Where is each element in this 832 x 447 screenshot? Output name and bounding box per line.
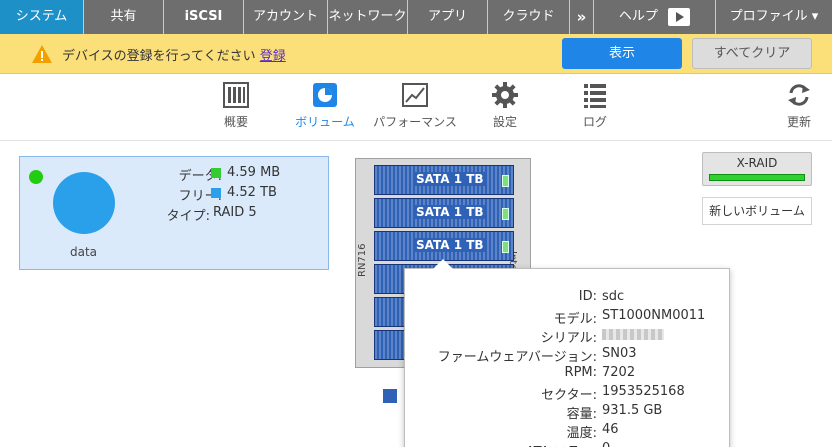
warning-icon: [32, 45, 52, 63]
tab-apps[interactable]: アプリ: [408, 0, 488, 34]
performance-icon: [402, 83, 428, 107]
more-tabs-button[interactable]: »: [570, 0, 594, 34]
xraid-label: X-RAID: [736, 156, 778, 170]
volume-data-value: 4.59 MB: [227, 165, 281, 180]
disk-info-sectors-value: 1953525168: [602, 384, 685, 399]
disk-info-firmware: ファームウェアバージョン: SN03: [405, 346, 731, 365]
disk-info-model-value: ST1000NM0011: [602, 308, 706, 323]
log-icon: [584, 84, 606, 108]
chassis-model-label: RN716: [357, 243, 368, 277]
data-legend-swatch: [211, 168, 221, 178]
disk-legend-swatch: [383, 389, 397, 403]
disk-info-temperature-label: 温度:: [566, 426, 597, 441]
disk-info-firmware-label: ファームウェアバージョン:: [437, 350, 597, 365]
disk-bay-1[interactable]: SATA 1 TB: [374, 165, 514, 195]
volume-usage-pie: [53, 172, 115, 234]
show-button[interactable]: 表示: [562, 38, 682, 69]
toolbar-performance-label: パフォーマンス: [373, 115, 457, 129]
tab-help[interactable]: ヘルプ: [594, 0, 716, 34]
register-link[interactable]: 登録: [260, 49, 286, 64]
disk-bay-2-led: [502, 208, 509, 220]
xraid-button[interactable]: X-RAID: [702, 152, 812, 186]
disk-info-firmware-value: SN03: [602, 346, 637, 361]
disk-info-sectors: セクター: 1953525168: [405, 384, 731, 403]
redacted-serial: [602, 329, 664, 340]
notification-text: デバイスの登録を行ってください: [62, 49, 256, 64]
disk-info-id: ID: sdc: [405, 289, 731, 308]
disk-info-sectors-label: セクター:: [541, 388, 597, 403]
disk-info-ata-errors-value: 0: [602, 441, 610, 447]
volume-data-row: データ:: [140, 165, 222, 184]
top-navigation: システム 共有 iSCSI アカウント ネットワーク アプリ クラウド » ヘル…: [0, 0, 832, 34]
disk-bay-2[interactable]: SATA 1 TB: [374, 198, 514, 228]
tab-system[interactable]: システム: [0, 0, 84, 34]
xraid-status-bar: [709, 174, 805, 181]
disk-info-capacity-value: 931.5 GB: [602, 403, 663, 418]
disk-bay-3-led: [502, 241, 509, 253]
tab-help-label: ヘルプ: [618, 9, 658, 24]
tab-iscsi-label: iSCSI: [184, 9, 223, 24]
tab-network[interactable]: ネットワーク: [328, 0, 408, 34]
notification-message: デバイスの登録を行ってください 登録: [62, 45, 286, 64]
refresh-label: 更新: [786, 115, 811, 129]
disk-info-tooltip: ID: sdc モデル: ST1000NM0011 シリアル: ファームウェアバ…: [404, 259, 731, 447]
toolbar-performance[interactable]: パフォーマンス: [370, 81, 460, 130]
disk-info-temperature: 温度: 46: [405, 422, 731, 441]
tab-iscsi[interactable]: iSCSI: [164, 0, 244, 34]
disk-info-serial: シリアル:: [405, 327, 731, 346]
overview-icon: [223, 82, 249, 108]
disk-info-serial-value: [602, 327, 664, 342]
disk-info-capacity-label: 容量:: [566, 407, 597, 422]
disk-bay-1-label: SATA 1 TB: [413, 172, 487, 186]
disk-info-model-label: モデル:: [553, 312, 597, 327]
volume-icon: [313, 83, 337, 107]
toolbar-volumes-label: ボリューム: [295, 115, 355, 129]
volume-name: data: [70, 245, 98, 259]
tab-shares[interactable]: 共有: [84, 0, 164, 34]
toolbar-logs-label: ログ: [582, 115, 607, 129]
tooltip-arrow: [433, 259, 453, 269]
notification-bar: デバイスの登録を行ってください 登録 表示 すべてクリア: [0, 34, 832, 74]
volume-type-label: タイプ:: [166, 209, 210, 224]
toolbar-volumes[interactable]: ボリューム: [280, 81, 370, 130]
volume-type-row: タイプ:: [140, 205, 210, 224]
tab-cloud[interactable]: クラウド: [488, 0, 570, 34]
disk-bay-2-label: SATA 1 TB: [413, 205, 487, 219]
tab-profile[interactable]: プロファイル ▾: [716, 0, 832, 34]
toolbar-overview-label: 概要: [223, 115, 248, 129]
toolbar-overview[interactable]: 概要: [191, 81, 281, 130]
disk-info-temperature-value: 46: [602, 422, 619, 437]
tab-accounts[interactable]: アカウント: [244, 0, 328, 34]
disk-info-ata-errors-label: ATA エラー:: [526, 441, 597, 447]
disk-info-serial-label: シリアル:: [540, 331, 597, 346]
volume-free-row: フリー:: [140, 185, 222, 204]
clear-all-button[interactable]: すべてクリア: [692, 38, 812, 69]
disk-bay-3-label: SATA 1 TB: [413, 238, 487, 252]
disk-info-id-value: sdc: [602, 289, 625, 304]
disk-bay-1-led: [502, 175, 509, 187]
volume-card-data[interactable]: data データ: 4.59 MB フリー: 4.52 TB タイプ: RAID…: [19, 156, 329, 270]
disk-info-rpm: RPM: 7202: [405, 365, 731, 384]
disk-info-rpm-label: RPM:: [564, 365, 597, 380]
video-play-icon: [668, 7, 691, 26]
refresh-button[interactable]: 更新: [766, 81, 832, 130]
system-toolbar: 概要 ボリューム パフォーマンス 設定 ログ 更新: [0, 75, 832, 141]
disk-info-ata-errors: ATA エラー: 0: [405, 441, 731, 447]
disk-info-capacity: 容量: 931.5 GB: [405, 403, 731, 422]
settings-icon: [492, 82, 518, 108]
disk-info-id-label: ID:: [578, 289, 597, 304]
volume-type-value: RAID 5: [213, 205, 257, 220]
volume-status-indicator: [29, 170, 43, 184]
disk-info-rpm-value: 7202: [602, 365, 636, 380]
refresh-icon: [788, 84, 810, 106]
free-legend-swatch: [211, 188, 221, 198]
volume-free-value: 4.52 TB: [227, 185, 277, 200]
disk-info-model: モデル: ST1000NM0011: [405, 308, 731, 327]
toolbar-logs[interactable]: ログ: [550, 81, 640, 130]
disk-bay-3[interactable]: SATA 1 TB: [374, 231, 514, 261]
toolbar-settings-label: 設定: [492, 115, 517, 129]
toolbar-settings[interactable]: 設定: [460, 81, 550, 130]
new-volume-button[interactable]: 新しいボリューム: [702, 197, 812, 225]
